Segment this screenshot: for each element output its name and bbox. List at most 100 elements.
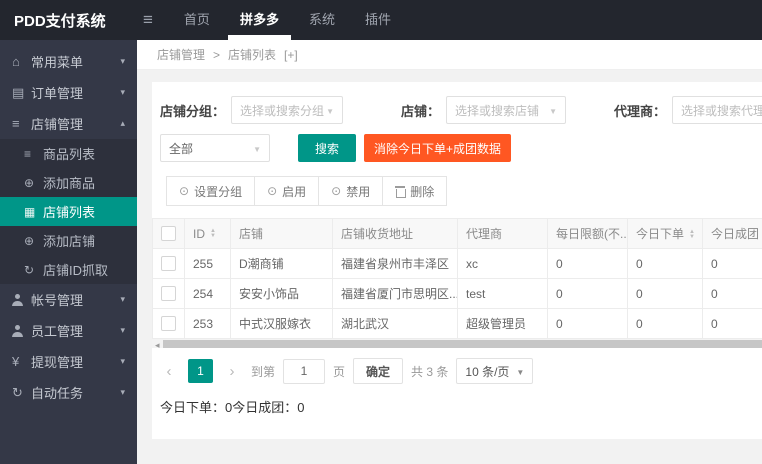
shop-label: 店铺：	[401, 103, 441, 119]
table-row: 253 中式汉服嫁衣 湖北武汉 超级管理员 0 0 0	[152, 308, 762, 339]
cell-agent: 超级管理员	[457, 308, 548, 339]
content-area: 店铺分组： 选择或搜索分组 店铺： 选择或搜索店铺 代理商： 选择或搜索代理	[137, 70, 762, 464]
sidebar-item-label: 订单管理	[31, 86, 84, 101]
cell-address: 湖北武汉	[332, 308, 458, 339]
button-label: 启用	[282, 184, 307, 199]
order-icon: ▤	[12, 84, 25, 100]
sidebar-item-label: 商品列表	[43, 147, 96, 162]
page-number-active[interactable]: 1	[188, 359, 213, 383]
account-icon	[12, 293, 24, 306]
shop-select[interactable]: 选择或搜索店铺	[446, 96, 567, 124]
delete-button[interactable]: 删除	[382, 176, 448, 206]
cell-orders: 0	[627, 248, 703, 279]
add-tab-button[interactable]: [+]	[284, 48, 298, 62]
goto-confirm-button[interactable]: 确定	[353, 358, 404, 384]
row-checkbox[interactable]	[161, 286, 176, 302]
prev-page-button[interactable]: ‹	[158, 359, 180, 383]
cell-limit: 0	[547, 278, 628, 309]
column-header-agent: 代理商	[457, 218, 548, 249]
cell-groups: 0	[702, 308, 762, 339]
sort-icon[interactable]	[210, 229, 216, 239]
sidebar-submenu-shop-manage: ≡ 商品列表 ⊕ 添加商品 ▦ 店铺列表 ⊕ 添加店铺 ↻ 店铺ID抓取	[0, 139, 137, 284]
column-header-id[interactable]: ID	[184, 218, 231, 249]
select-all-checkbox[interactable]	[161, 226, 176, 242]
clear-today-data-button[interactable]: 消除今日下单+成团数据	[364, 134, 512, 162]
groups-total-text: 今日成团：0	[232, 400, 305, 415]
sidebar-item-label: 员工管理	[31, 324, 84, 339]
sort-icon[interactable]	[689, 230, 695, 240]
cell-id: 254	[184, 278, 231, 309]
sidebar-item-label: 帐号管理	[31, 293, 84, 308]
filter-row: 店铺分组： 选择或搜索分组 店铺： 选择或搜索店铺 代理商： 选择或搜索代理	[160, 96, 762, 124]
sidebar-item-account-manage[interactable]: 帐号管理 ▾	[0, 284, 137, 315]
search-button[interactable]: 搜索	[298, 134, 357, 162]
cell-groups: 0	[702, 248, 762, 279]
sidebar-item-add-shop[interactable]: ⊕ 添加店铺	[0, 226, 137, 255]
agent-select[interactable]: 选择或搜索代理	[672, 96, 762, 124]
per-page-select[interactable]: 10 条/页	[456, 358, 534, 384]
cell-orders: 0	[627, 308, 703, 339]
top-nav: 首页 拼多多 系统 插件	[169, 0, 406, 40]
shop-placeholder: 选择或搜索店铺	[455, 103, 540, 118]
chevron-down-icon: ▾	[120, 387, 125, 397]
cell-shop: D潮商铺	[230, 248, 333, 279]
cell-orders: 0	[627, 278, 703, 309]
sidebar-item-shop-manage[interactable]: ≡ 店铺管理 ▴	[0, 108, 137, 139]
column-header-groups[interactable]: 今日成团	[702, 218, 762, 249]
sidebar-item-staff-manage[interactable]: 员工管理 ▾	[0, 315, 137, 346]
cell-limit: 0	[547, 248, 628, 279]
sidebar-item-withdraw-manage[interactable]: ¥ 提现管理 ▾	[0, 346, 137, 377]
goto-page-input[interactable]	[283, 358, 326, 384]
next-page-button[interactable]: ›	[221, 359, 243, 383]
sidebar-item-label: 店铺管理	[31, 117, 84, 132]
sidebar-item-label: 常用菜单	[31, 55, 84, 70]
cell-shop: 安安小饰品	[230, 278, 333, 309]
breadcrumb-separator: >	[213, 47, 221, 62]
disable-button[interactable]: ⊙ 禁用	[318, 176, 384, 206]
staff-icon	[12, 324, 24, 337]
breadcrumb: 店铺管理 > 店铺列表 [+]	[137, 40, 762, 70]
enable-button[interactable]: ⊙ 启用	[254, 176, 320, 206]
cell-limit: 0	[547, 308, 628, 339]
column-header-orders[interactable]: 今日下单	[627, 218, 703, 249]
nav-item-pinduoduo[interactable]: 拼多多	[225, 0, 294, 40]
nav-item-plugin[interactable]: 插件	[350, 0, 406, 40]
nav-item-system[interactable]: 系统	[294, 0, 350, 40]
agent-label: 代理商：	[614, 103, 667, 119]
shop-group-select[interactable]: 选择或搜索分组	[231, 96, 344, 124]
shop-table: ID 店铺 店铺收货地址 代理商 每日限额(不... 今日下单 今日成团	[152, 218, 762, 339]
add-product-icon: ⊕	[24, 175, 35, 190]
sidebar-item-product-list[interactable]: ≡ 商品列表	[0, 139, 137, 168]
sidebar-item-shop-id-fetch[interactable]: ↻ 店铺ID抓取	[0, 255, 137, 284]
nav-item-home[interactable]: 首页	[169, 0, 225, 40]
goto-page-label: 到第	[251, 364, 276, 379]
set-group-button[interactable]: ⊙ 设置分组	[166, 176, 256, 206]
breadcrumb-current[interactable]: 店铺列表	[228, 46, 276, 63]
horizontal-scrollbar	[152, 339, 762, 348]
status-select[interactable]: 全部	[160, 134, 270, 162]
sidebar-item-order-manage[interactable]: ▤ 订单管理 ▾	[0, 77, 137, 108]
product-list-icon: ≡	[24, 146, 32, 161]
cell-address: 福建省泉州市丰泽区	[332, 248, 458, 279]
app-logo: PDD支付系统	[14, 12, 106, 30]
cell-agent: xc	[457, 248, 548, 279]
row-checkbox[interactable]	[161, 316, 176, 332]
sidebar-item-auto-task[interactable]: ↻ 自动任务 ▾	[0, 377, 137, 408]
sidebar-item-label: 添加店铺	[43, 234, 96, 249]
column-header-address: 店铺收货地址	[332, 218, 458, 249]
chevron-down-icon: ▾	[120, 356, 125, 366]
sidebar-item-common-menu[interactable]: ⌂ 常用菜单 ▾	[0, 46, 137, 77]
sidebar: ⌂ 常用菜单 ▾ ▤ 订单管理 ▾ ≡ 店铺管理 ▴ ≡ 商品列表 ⊕ 添加商品…	[0, 40, 137, 464]
agent-placeholder: 选择或搜索代理	[681, 103, 762, 118]
collapse-menu-icon[interactable]: ≡	[143, 10, 153, 30]
sidebar-item-shop-list[interactable]: ▦ 店铺列表	[0, 197, 137, 226]
scrollbar-thumb[interactable]	[162, 339, 762, 348]
breadcrumb-parent[interactable]: 店铺管理	[157, 46, 205, 63]
button-label: 删除	[410, 184, 435, 199]
scroll-left-icon[interactable]	[152, 335, 163, 353]
chevron-down-icon: ▾	[120, 56, 125, 66]
row-checkbox[interactable]	[161, 256, 176, 272]
sidebar-item-add-product[interactable]: ⊕ 添加商品	[0, 168, 137, 197]
cell-address: 福建省厦门市思明区...	[332, 278, 458, 309]
table-toolbar: ⊙ 设置分组 ⊙ 启用 ⊙ 禁用 删除	[166, 176, 762, 206]
